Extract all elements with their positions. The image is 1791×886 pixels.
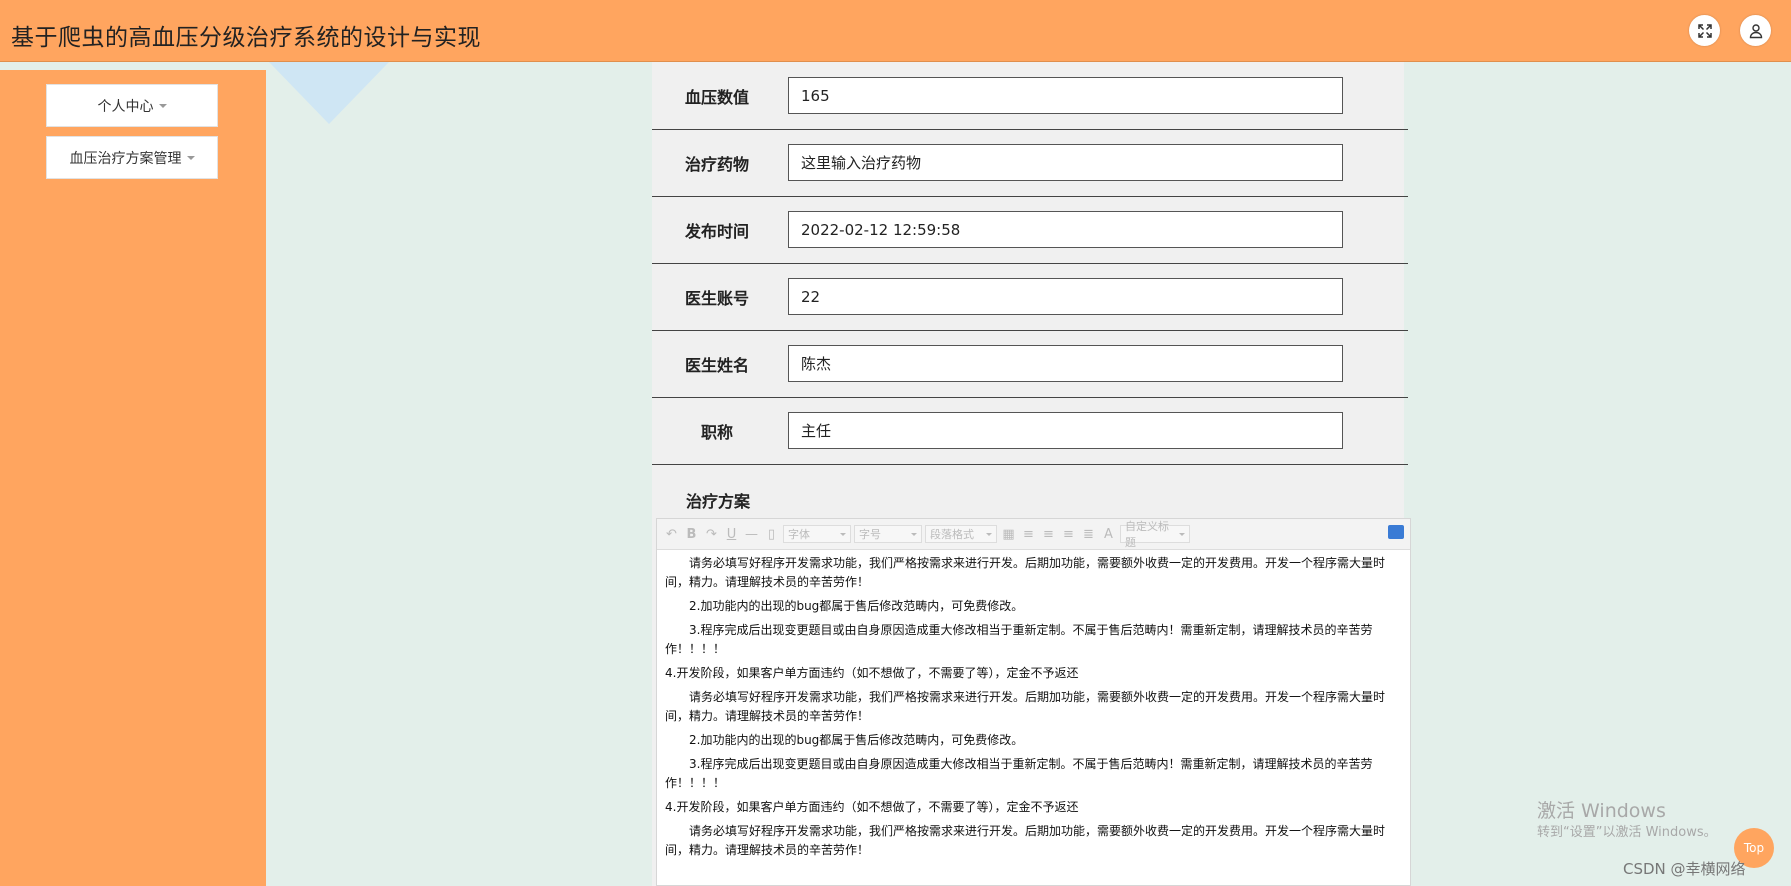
chevron-down-icon <box>911 532 917 536</box>
sidebar-item-label: 个人中心 <box>97 98 154 115</box>
paragraph-format-label: 段落格式 <box>930 528 974 541</box>
chevron-down-icon <box>1179 532 1185 536</box>
field-label: 血压数值 <box>684 87 749 107</box>
font-color-icon[interactable]: A <box>1100 526 1117 543</box>
sidebar-item-personal-center[interactable]: 个人中心 <box>46 84 218 127</box>
form-row-doctor-account: 医生账号 22 <box>652 263 1408 331</box>
user-icon <box>1749 23 1762 38</box>
source-view-icon[interactable] <box>1388 525 1404 539</box>
align-left-icon[interactable]: ≡ <box>1020 526 1037 543</box>
form-row-doctor-name: 医生姓名 陈杰 <box>652 330 1408 398</box>
field-label: 医生账号 <box>684 288 749 308</box>
user-button[interactable] <box>1740 15 1771 46</box>
field-label: 发布时间 <box>684 221 749 241</box>
editor-paragraph: 请务必填写好程序开发需求功能，我们严格按需求来进行开发。后期加功能，需要额外收费… <box>665 824 1386 857</box>
justify-icon[interactable]: ≣ <box>1080 526 1097 543</box>
align-right-icon[interactable]: ≡ <box>1060 526 1077 543</box>
sidebar-item-label: 血压治疗方案管理 <box>69 150 182 167</box>
field-label: 治疗药物 <box>684 154 749 174</box>
font-family-label: 字体 <box>788 528 810 541</box>
doctor-name-input[interactable]: 陈杰 <box>788 345 1343 382</box>
chevron-down-icon <box>840 532 846 536</box>
publish-time-input[interactable]: 2022-02-12 12:59:58 <box>788 211 1343 248</box>
editor-paragraph: 3.程序完成后出现变更题目或由自身原因造成重大修改相当于重新定制。不属于售后范畴… <box>665 623 1373 656</box>
sidebar-item-bp-plan-management[interactable]: 血压治疗方案管理 <box>46 136 218 179</box>
table-icon[interactable]: ▦ <box>1000 526 1017 543</box>
horizontal-rule-icon[interactable]: — <box>743 526 760 543</box>
editor-paragraph: 2.加功能内的出现的bug都属于售后修改范畴内，可免费修改。 <box>689 733 1024 747</box>
align-center-icon[interactable]: ≡ <box>1040 526 1057 543</box>
field-label: 职称 <box>700 422 733 442</box>
editor-paragraph: 2.加功能内的出现的bug都属于售后修改范畴内，可免费修改。 <box>689 599 1024 613</box>
field-label: 医生姓名 <box>684 355 749 375</box>
medication-input[interactable]: 这里输入治疗药物 <box>788 144 1343 181</box>
bold-icon[interactable]: B <box>683 526 700 543</box>
editor-paragraph: 4.开发阶段，如果客户单方面违约（如不想做了，不需要了等），定金不予返还 <box>665 666 1079 680</box>
form-row-medication: 治疗药物 这里输入治疗药物 <box>652 129 1408 197</box>
form-row-bp-value: 血压数值 165 <box>652 62 1408 130</box>
editor-paragraph: 3.程序完成后出现变更题目或由自身原因造成重大修改相当于重新定制。不属于售后范畴… <box>665 757 1373 790</box>
title-input[interactable]: 主任 <box>788 412 1343 449</box>
csdn-watermark: CSDN @幸横网络 <box>1623 860 1746 878</box>
font-size-label: 字号 <box>859 528 881 541</box>
treatment-plan-label: 治疗方案 <box>686 492 751 511</box>
redo-icon[interactable]: ↷ <box>703 526 720 543</box>
chevron-down-icon <box>186 155 195 160</box>
paragraph-format-select[interactable]: 段落格式 <box>925 525 997 543</box>
editor-toolbar: ↶ B ↷ U — ▯ 字体 字号 段落格式 ▦ ≡ ≡ ≡ ≣ A 自定义标题 <box>657 519 1410 550</box>
font-size-select[interactable]: 字号 <box>854 525 922 543</box>
form-row-title: 职称 主任 <box>652 397 1408 465</box>
undo-icon[interactable]: ↶ <box>663 526 680 543</box>
windows-activation-subtitle: 转到“设置”以激活 Windows。 <box>1537 825 1717 840</box>
chevron-down-icon <box>986 532 992 536</box>
bp-value-input[interactable]: 165 <box>788 77 1343 114</box>
custom-title-label: 自定义标题 <box>1125 520 1169 549</box>
windows-activation-watermark: 激活 Windows <box>1537 800 1666 822</box>
editor-paragraph: 4.开发阶段，如果客户单方面违约（如不想做了，不需要了等），定金不予返还 <box>665 800 1079 814</box>
form-row-publish-time: 发布时间 2022-02-12 12:59:58 <box>652 196 1408 264</box>
underline-icon[interactable]: U <box>723 526 740 543</box>
decorative-triangle <box>269 62 389 124</box>
expand-icon <box>1697 23 1712 38</box>
chevron-down-icon <box>158 103 167 108</box>
custom-title-select[interactable]: 自定义标题 <box>1120 520 1190 549</box>
sidebar: 个人中心 血压治疗方案管理 <box>0 70 266 886</box>
top-header: 基于爬虫的高血压分级治疗系统的设计与实现 <box>0 0 1791 62</box>
fullscreen-button[interactable] <box>1689 15 1720 46</box>
rich-text-editor[interactable]: ↶ B ↷ U — ▯ 字体 字号 段落格式 ▦ ≡ ≡ ≡ ≣ A 自定义标题… <box>656 518 1411 886</box>
paste-icon[interactable]: ▯ <box>763 526 780 543</box>
app-title: 基于爬虫的高血压分级治疗系统的设计与实现 <box>11 25 481 51</box>
editor-paragraph: 请务必填写好程序开发需求功能，我们严格按需求来进行开发。后期加功能，需要额外收费… <box>665 556 1386 589</box>
doctor-account-input[interactable]: 22 <box>788 278 1343 315</box>
font-family-select[interactable]: 字体 <box>783 525 851 543</box>
editor-paragraph: 请务必填写好程序开发需求功能，我们严格按需求来进行开发。后期加功能，需要额外收费… <box>665 690 1386 723</box>
editor-content[interactable]: 请务必填写好程序开发需求功能，我们严格按需求来进行开发。后期加功能，需要额外收费… <box>657 550 1410 860</box>
